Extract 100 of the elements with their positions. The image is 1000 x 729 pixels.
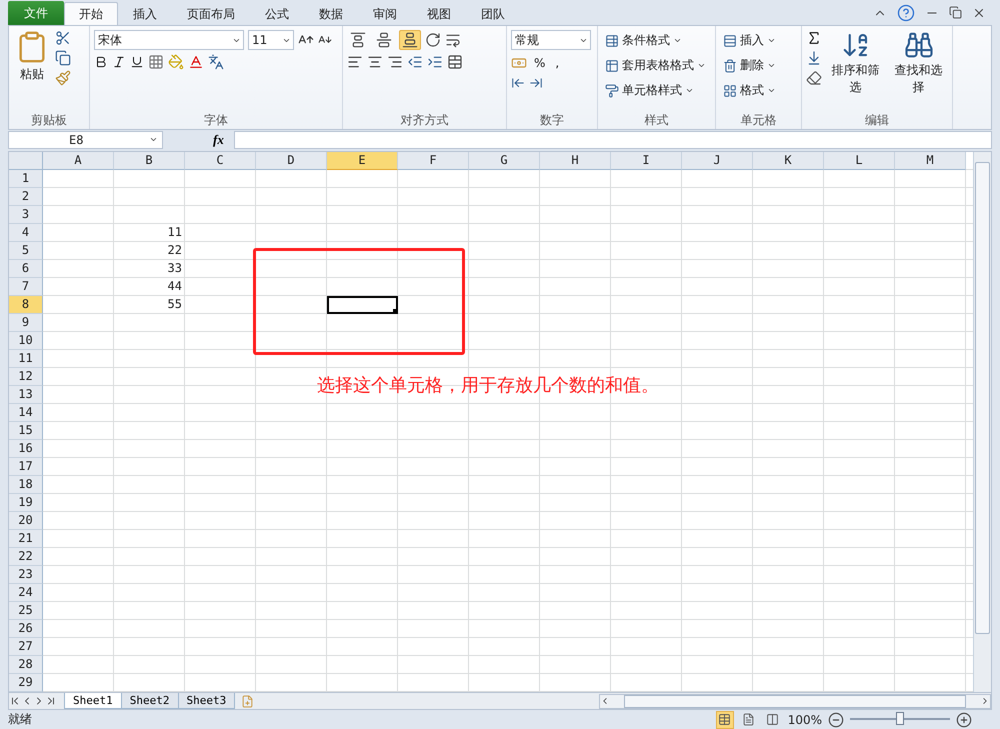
table-style-icon[interactable] bbox=[605, 34, 619, 48]
cells-menu-button[interactable]: 删除 bbox=[720, 55, 779, 76]
row-header[interactable]: 2 bbox=[9, 188, 43, 206]
sheet-tab[interactable]: Sheet1 bbox=[64, 693, 122, 710]
column-header[interactable]: B bbox=[114, 152, 185, 170]
row-header[interactable]: 3 bbox=[9, 206, 43, 224]
number-format-field[interactable]: 常规 bbox=[511, 30, 591, 50]
row-header[interactable]: 21 bbox=[9, 530, 43, 548]
cells-menu-button[interactable]: 插入 bbox=[720, 30, 779, 51]
scrollbar-thumb[interactable] bbox=[624, 694, 966, 708]
align-right-icon[interactable] bbox=[387, 54, 403, 70]
row-header[interactable]: 1 bbox=[9, 170, 43, 188]
row-header[interactable]: 26 bbox=[9, 620, 43, 638]
ribbon-tab[interactable]: 公式 bbox=[250, 2, 304, 26]
column-header[interactable]: E bbox=[327, 152, 398, 170]
row-header[interactable]: 18 bbox=[9, 476, 43, 494]
cells-menu-button[interactable]: 格式 bbox=[720, 80, 779, 101]
indent-decrease-icon[interactable] bbox=[407, 54, 423, 70]
row-header[interactable]: 6 bbox=[9, 260, 43, 278]
row-header[interactable]: 13 bbox=[9, 386, 43, 404]
column-header[interactable]: M bbox=[895, 152, 966, 170]
ribbon-tab[interactable]: 数据 bbox=[304, 2, 358, 26]
row-header[interactable]: 28 bbox=[9, 656, 43, 674]
ribbon-tab[interactable]: 开始 bbox=[64, 2, 118, 26]
column-header[interactable]: I bbox=[611, 152, 682, 170]
eraser-icon[interactable] bbox=[806, 70, 822, 86]
slider-thumb[interactable] bbox=[896, 712, 904, 726]
indent-increase-icon[interactable] bbox=[427, 54, 443, 70]
column-header[interactable]: A bbox=[43, 152, 114, 170]
copy-icon[interactable] bbox=[55, 50, 71, 66]
restore-icon[interactable] bbox=[949, 6, 962, 19]
cells-icon[interactable] bbox=[723, 58, 737, 72]
row-header[interactable]: 11 bbox=[9, 350, 43, 368]
border-icon[interactable] bbox=[148, 54, 164, 70]
sheet-tab[interactable]: Sheet2 bbox=[120, 693, 178, 710]
row-header[interactable]: 22 bbox=[9, 548, 43, 566]
column-header[interactable]: D bbox=[256, 152, 327, 170]
caret-icon[interactable] bbox=[673, 36, 682, 45]
row-header[interactable]: 24 bbox=[9, 584, 43, 602]
ribbon-tab[interactable]: 插入 bbox=[118, 2, 172, 26]
formula-input[interactable] bbox=[234, 130, 992, 149]
orientation-icon[interactable] bbox=[425, 32, 441, 48]
first-sheet-icon[interactable] bbox=[9, 695, 21, 708]
scrollbar-thumb[interactable] bbox=[975, 162, 990, 634]
bold-icon[interactable] bbox=[94, 55, 108, 69]
column-header[interactable]: G bbox=[469, 152, 540, 170]
row-header[interactable]: 15 bbox=[9, 422, 43, 440]
row-header[interactable]: 16 bbox=[9, 440, 43, 458]
row-header[interactable]: 7 bbox=[9, 278, 43, 296]
cells-icon[interactable] bbox=[723, 84, 737, 98]
ribbon-tab[interactable]: 团队 bbox=[466, 2, 520, 26]
underline-icon[interactable] bbox=[130, 55, 144, 69]
font-color-icon[interactable] bbox=[188, 54, 204, 70]
last-sheet-icon[interactable] bbox=[45, 695, 57, 708]
horizontal-scrollbar[interactable] bbox=[599, 694, 991, 709]
column-header[interactable]: J bbox=[682, 152, 753, 170]
align-center-icon[interactable] bbox=[367, 54, 383, 70]
row-header[interactable]: 17 bbox=[9, 458, 43, 476]
zoom-out-icon[interactable] bbox=[828, 712, 844, 728]
percent-button[interactable]: % bbox=[531, 54, 548, 72]
italic-icon[interactable] bbox=[112, 55, 126, 69]
row-header[interactable]: 29 bbox=[9, 674, 43, 692]
ribbon-tab[interactable]: 视图 bbox=[412, 2, 466, 26]
ribbon-tab[interactable]: 页面布局 bbox=[172, 2, 250, 26]
row-header[interactable]: 10 bbox=[9, 332, 43, 350]
row-header[interactable]: 5 bbox=[9, 242, 43, 260]
row-header[interactable]: 4 bbox=[9, 224, 43, 242]
row-header[interactable]: 23 bbox=[9, 566, 43, 584]
paste-button[interactable]: 粘贴 bbox=[13, 30, 51, 108]
help-icon[interactable] bbox=[897, 4, 915, 22]
phonetic-icon[interactable] bbox=[208, 54, 224, 70]
column-header[interactable]: L bbox=[824, 152, 895, 170]
style-menu-button[interactable]: 条件格式 bbox=[602, 30, 709, 51]
font-name-field[interactable]: 宋体 bbox=[94, 30, 244, 50]
vertical-scrollbar[interactable] bbox=[973, 152, 991, 692]
row-header[interactable]: 20 bbox=[9, 512, 43, 530]
file-tab[interactable]: 文件 bbox=[8, 1, 64, 25]
zoom-in-icon[interactable] bbox=[956, 712, 972, 728]
fill-icon[interactable] bbox=[806, 50, 822, 66]
column-header[interactable]: C bbox=[185, 152, 256, 170]
style-menu-button[interactable]: 套用表格格式 bbox=[602, 55, 709, 76]
sheet-tab[interactable]: Sheet3 bbox=[178, 693, 236, 710]
row-header[interactable]: 9 bbox=[9, 314, 43, 332]
table-style-icon[interactable] bbox=[605, 84, 619, 98]
column-header[interactable]: F bbox=[398, 152, 469, 170]
align-left-icon[interactable] bbox=[347, 54, 363, 70]
caret-icon[interactable] bbox=[767, 86, 776, 95]
caret-icon[interactable] bbox=[767, 61, 776, 70]
column-header[interactable]: K bbox=[753, 152, 824, 170]
column-header[interactable]: H bbox=[540, 152, 611, 170]
row-header[interactable]: 25 bbox=[9, 602, 43, 620]
sort-filter-button[interactable]: 排序和筛选 bbox=[826, 30, 885, 108]
insert-function-button[interactable]: fx bbox=[207, 130, 230, 149]
font-size-field[interactable]: 11 bbox=[248, 30, 294, 50]
fill-handle[interactable] bbox=[393, 308, 398, 314]
row-header[interactable]: 8 bbox=[9, 296, 43, 314]
cells-icon[interactable] bbox=[723, 34, 737, 48]
brush-icon[interactable] bbox=[55, 70, 71, 86]
comma-button[interactable]: , bbox=[552, 54, 562, 72]
row-header[interactable]: 19 bbox=[9, 494, 43, 512]
